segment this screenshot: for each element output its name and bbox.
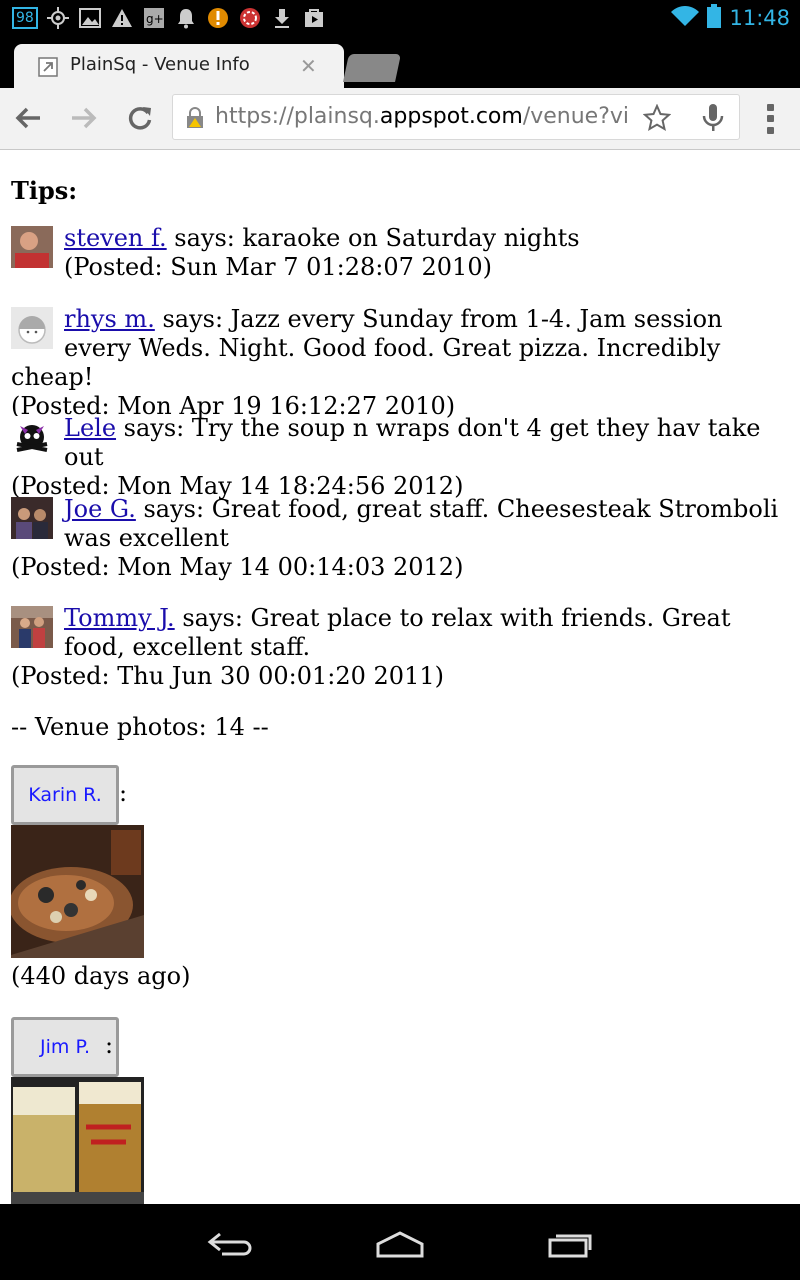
web-page: Tips: steven f. says: karaoke on Saturda…	[0, 150, 800, 1204]
recent-apps-icon[interactable]	[540, 1226, 600, 1262]
status-bar: 98 g+ 11:48	[0, 0, 800, 36]
svg-text:g+: g+	[146, 12, 164, 26]
tip-user-link[interactable]: Lele	[64, 414, 116, 442]
reload-button[interactable]	[122, 100, 158, 136]
lock-warning-icon	[185, 107, 205, 129]
tip-user-link[interactable]: Joe G.	[64, 495, 136, 523]
bookmark-star-icon[interactable]	[642, 103, 672, 132]
play-store-icon	[302, 6, 326, 30]
avatar	[11, 307, 53, 349]
back-button[interactable]	[10, 100, 46, 136]
tip-item: Tommy J. says: Great place to relax with…	[11, 604, 796, 691]
tip-posted-date: (Posted: Thu Jun 30 00:01:20 2011)	[11, 662, 444, 690]
photo-user-colon: :	[119, 779, 128, 807]
wifi-icon	[671, 5, 700, 31]
pinwheel-icon	[238, 6, 262, 30]
photo-user-colon: :	[105, 1031, 114, 1059]
tab-strip: PlainSq - Venue Info ✕	[0, 36, 800, 90]
browser-toolbar: https://plainsq.appspot.com/venue?vi	[0, 88, 800, 150]
tip-item: Lele says: Try the soup n wraps don't 4 …	[11, 414, 796, 501]
battery-icon	[707, 4, 722, 32]
tip-user-link[interactable]: Tommy J.	[64, 604, 175, 632]
tip-item: rhys m. says: Jazz every Sunday from 1-4…	[11, 305, 796, 421]
tip-posted-date: (Posted: Mon May 14 00:14:03 2012)	[11, 553, 464, 581]
home-icon[interactable]	[370, 1226, 430, 1262]
venue-photo[interactable]	[11, 1077, 144, 1204]
avatar	[11, 416, 53, 458]
bell-icon	[174, 6, 198, 30]
avatar	[11, 606, 53, 648]
overflow-menu-icon[interactable]	[760, 102, 780, 136]
avatar	[11, 497, 53, 539]
download-icon	[270, 6, 294, 30]
back-arrow-icon	[15, 107, 40, 129]
tip-user-link[interactable]: rhys m.	[64, 305, 155, 333]
page-favicon-icon	[38, 57, 58, 77]
forward-arrow-icon	[72, 107, 97, 129]
navigation-bar	[0, 1204, 800, 1280]
tip-item: Joe G. says: Great food, great staff. Ch…	[11, 495, 796, 582]
notification-icons: 98 g+	[12, 4, 326, 32]
photo-age: (440 days ago)	[11, 962, 191, 990]
notification-count-badge: 98	[12, 7, 38, 29]
tips-heading: Tips:	[11, 176, 78, 205]
forward-button[interactable]	[66, 100, 102, 136]
voice-search-icon[interactable]	[701, 103, 725, 133]
avatar	[11, 226, 53, 268]
clock: 11:48	[729, 6, 790, 30]
new-tab-button[interactable]	[343, 54, 401, 82]
venue-photo[interactable]	[9, 825, 144, 958]
back-nav-icon[interactable]	[200, 1226, 260, 1262]
google-plus-icon: g+	[142, 6, 166, 30]
tip-item: steven f. says: karaoke on Saturday nigh…	[11, 224, 796, 282]
tip-posted-date: (Posted: Sun Mar 7 01:28:07 2010)	[64, 253, 492, 281]
close-tab-icon[interactable]: ✕	[300, 54, 317, 78]
tab-plainsq-venue-info[interactable]: PlainSq - Venue Info ✕	[14, 44, 344, 90]
tab-title: PlainSq - Venue Info	[70, 54, 250, 75]
photo-user-button[interactable]: Jim P.	[11, 1017, 119, 1077]
gps-icon	[46, 6, 70, 30]
warning-icon	[110, 6, 134, 30]
reload-icon	[128, 107, 152, 130]
url-bar[interactable]: https://plainsq.appspot.com/venue?vi	[172, 94, 740, 140]
tip-user-link[interactable]: steven f.	[64, 224, 167, 252]
photo-user-button[interactable]: Karin R.	[11, 765, 119, 825]
url-text: https://plainsq.appspot.com/venue?vi	[215, 104, 630, 129]
image-icon	[78, 6, 102, 30]
venue-photos-count: -- Venue photos: 14 --	[11, 713, 269, 741]
alert-icon	[206, 6, 230, 30]
